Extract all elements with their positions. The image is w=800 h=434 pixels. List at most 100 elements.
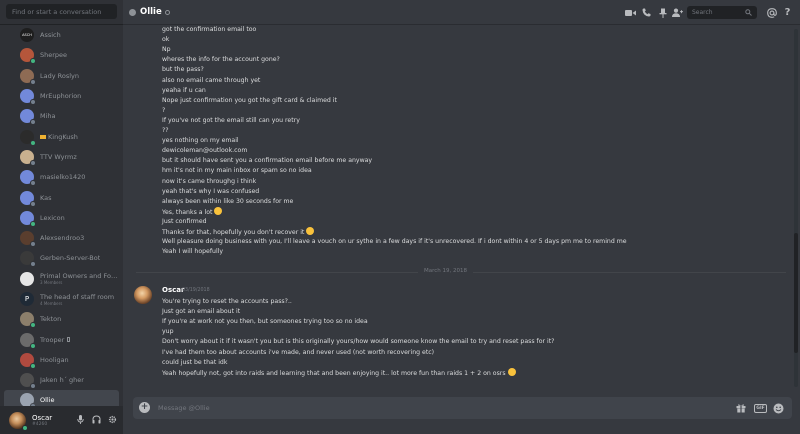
nitro-badge-icon [40,134,46,139]
dm-avatar [20,170,36,187]
dm-member-count: 4 Members [40,300,63,306]
status-indicator [30,383,36,390]
message-text: always been within like 30 seconds for m… [162,197,294,205]
dm-item[interactable]: Hooligan [4,350,119,370]
search-input[interactable]: Search [687,6,757,19]
dm-name: Hooligan [40,356,69,364]
dm-name-text: Tekton [40,315,62,324]
message-text: but it should have sent you a confirmati… [162,157,373,165]
pin-icon[interactable] [657,7,668,18]
dm-item[interactable]: Sherpee [4,45,119,65]
microphone-icon[interactable] [76,415,85,424]
message-line: Just got an email about it [162,308,240,315]
dm-avatar [20,68,36,85]
user-avatar[interactable] [9,411,28,431]
dm-item[interactable]: KingKush [4,126,119,146]
dm-sidebar: Find or start a conversation ASCH Assich S… [0,0,123,434]
message-line: If you've not got the email still can yo… [162,117,300,124]
find-conversation-button[interactable]: Find or start a conversation [6,4,117,19]
dm-item[interactable]: P The head of staff room 4 Members [4,289,119,309]
message-line: ? [162,107,165,114]
dm-text: Gerben-Server-Bot [40,254,100,262]
dm-avatar [20,332,36,349]
dm-avatar [20,373,36,390]
upload-plus-icon[interactable]: + [139,402,150,413]
dm-text: Tekton [40,315,61,323]
dm-name: Gerben-Server-Bot [40,254,100,262]
dm-name: MrEuphorion [40,92,81,100]
dm-item[interactable]: masielko1420 [4,167,119,187]
message-text: ? [162,106,166,114]
dm-item[interactable]: Jaken h´ gher [4,370,119,390]
voice-call-icon[interactable] [641,7,652,18]
dm-item[interactable]: ASCH Assich [4,25,119,45]
message-text: ok [162,36,170,44]
message-list[interactable]: got the confirmation email too ok Np wheres… [123,25,800,395]
status-indicator [30,180,36,187]
dm-name: TTV Wyrmz [40,153,77,161]
scrollbar-thumb[interactable] [794,233,798,353]
oscar-avatar[interactable] [134,286,152,304]
user-panel-controls [76,415,117,424]
dm-name: masielko1420 [40,173,85,181]
message-text: If you've not got the email still can yo… [162,116,300,124]
dm-item[interactable]: Gerben-Server-Bot [4,248,119,268]
add-friend-icon[interactable] [672,7,683,18]
gif-icon[interactable]: GIF [754,403,767,413]
dm-list[interactable]: ASCH Assich Sherpee Lady Roslyn MrEuphorion M… [0,25,123,406]
dm-name-text: Ollie [40,396,55,405]
dm-item[interactable]: Ollie [4,390,119,406]
message-line: If you're at work not you then, but some… [162,318,368,325]
message-line: hm it's not in my main inbox or spam so … [162,167,312,174]
dm-name: Alexsendroo3 [40,234,84,242]
mentions-icon[interactable] [766,7,777,18]
dm-name-text: Alexsendroo3 [40,234,85,243]
message-line: got the confirmation email too [162,26,256,33]
dm-avatar [20,251,36,268]
user-names: Oscar #4260 [32,414,52,427]
dm-text: Ollie [40,396,55,404]
dm-name: Sherpee [40,51,67,59]
message-line: ok [162,36,169,43]
dm-avatar [20,89,36,106]
help-icon[interactable]: ? [782,7,793,18]
message-text: but the pass? [162,66,204,74]
dm-name-text: Hooligan [40,355,69,364]
dm-item[interactable]: Lexicon [4,208,119,228]
dm-item[interactable]: Primal Owners and Fou... 3 Members [4,269,119,289]
dm-item[interactable]: MrEuphorion [4,86,119,106]
message-line: also no email came through yet [162,77,260,84]
dm-name-text: KingKush [48,132,78,141]
message-input[interactable] [158,401,728,415]
dm-item[interactable]: Tekton [4,309,119,329]
dm-item[interactable]: Trooper [4,329,119,349]
dm-header-icon [129,8,136,16]
emoji-icon[interactable] [773,403,784,413]
video-call-icon[interactable] [625,7,636,18]
dm-item[interactable]: Miha [4,106,119,126]
status-indicator [30,200,36,207]
dm-text: Kas [40,194,52,202]
message-text: I've had them too about accounts i've ma… [162,348,435,356]
headphones-icon[interactable] [92,415,101,424]
dm-text: Primal Owners and Fou... 3 Members [40,272,118,285]
gift-icon[interactable] [736,403,746,413]
dm-name-text: Gerben-Server-Bot [40,254,101,263]
message-text: yeah that's why I was confused [162,187,260,195]
message-text: Nope just confirmation you got the gift … [162,96,337,104]
dm-name-text: Primal Owners and Fou... [40,272,118,281]
dm-item[interactable]: TTV Wyrmz [4,147,119,167]
dm-text: Assich [40,31,61,39]
dm-text: Sherpee [40,51,67,59]
dm-item[interactable]: Kas [4,187,119,207]
gear-icon[interactable] [108,415,117,424]
message-line: Thanks for that, hopefully you don't rec… [162,227,315,236]
dm-text: Jaken h´ gher [40,376,84,384]
dm-name-text: TTV Wyrmz [40,152,77,161]
dm-item[interactable]: Alexsendroo3 [4,228,119,248]
dm-text: TTV Wyrmz [40,153,77,161]
message-text: dewicoleman@outlook.com [162,147,248,155]
dm-item[interactable]: Lady Roslyn [4,66,119,86]
message-text: also no email came through yet [162,76,261,84]
dm-avatar [20,149,36,166]
